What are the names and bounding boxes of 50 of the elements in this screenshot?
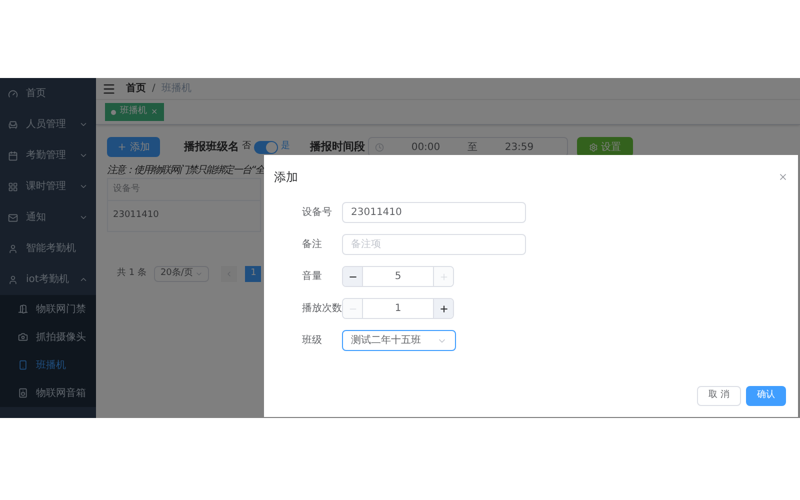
sidebar-item[interactable]: 课时管理 [0, 171, 96, 202]
dialog-title: 添加 [274, 169, 298, 186]
plus-icon [117, 142, 127, 152]
sidebar-item[interactable]: 考勤管理 [0, 140, 96, 171]
toggle-switch[interactable] [254, 140, 278, 154]
add-button[interactable]: 添加 [107, 137, 160, 157]
field-label: 音量 [301, 270, 323, 284]
chevron-down-icon [195, 270, 204, 278]
text-field[interactable]: 23011410 [342, 202, 526, 223]
submenu-item[interactable]: 班播机 [0, 351, 96, 379]
settings-button[interactable]: 设置 [577, 137, 633, 157]
stepper-value: 5 [394, 270, 402, 284]
page-number[interactable]: 1 [245, 266, 262, 282]
announce-label: 播报班级名 [184, 138, 239, 155]
total-count: 共 1 条 [117, 267, 146, 280]
plus-icon [438, 272, 448, 282]
number-stepper[interactable]: 1 [342, 298, 454, 319]
sidebar-item[interactable]: iot考勤机 [0, 264, 96, 295]
field-label: 设备号 [301, 206, 333, 220]
on-label: 是 [281, 140, 290, 154]
gear-icon [589, 142, 598, 152]
breadcrumb-separator: / [152, 82, 156, 96]
sidebar-item[interactable]: 人员管理 [0, 109, 96, 140]
submenu-item[interactable]: 物联网音箱 [0, 379, 96, 407]
submenu-item[interactable]: 抓拍摄像头 [0, 323, 96, 351]
page-size-select[interactable]: 20条/页 [154, 266, 210, 282]
table-cell-text: 23011410 [112, 209, 160, 222]
breadcrumb-item[interactable]: 首页 [126, 81, 146, 96]
clock-icon [375, 142, 384, 152]
sidebar-item[interactable]: 首页 [0, 78, 96, 109]
confirm-button[interactable]: 确认 [746, 386, 786, 406]
class-select[interactable]: 测试二年十五班 [342, 330, 456, 351]
field-label: 班级 [301, 334, 323, 348]
stepper-value: 1 [394, 302, 402, 316]
sidebar-item[interactable]: 智能考勤机 [0, 233, 96, 264]
field-label: 备注 [301, 238, 323, 252]
time-range-label: 播报时间段 [310, 138, 365, 155]
prev-page-button[interactable] [221, 266, 238, 282]
close-icon[interactable] [778, 172, 788, 182]
submenu-item[interactable]: 物联网门禁 [0, 295, 96, 323]
sidebar-item[interactable]: 通知 [0, 202, 96, 233]
cancel-button[interactable]: 取 消 [697, 386, 741, 406]
plus-icon [438, 304, 448, 314]
decrement-button[interactable] [343, 267, 363, 286]
number-stepper[interactable]: 5 [342, 266, 454, 287]
off-label: 否 [242, 140, 251, 154]
field-label: 播放次数 [301, 302, 342, 316]
increment-button[interactable] [433, 299, 453, 318]
page-tag[interactable]: 班播机 × [105, 103, 164, 121]
text-field[interactable]: 备注项 [342, 234, 526, 255]
